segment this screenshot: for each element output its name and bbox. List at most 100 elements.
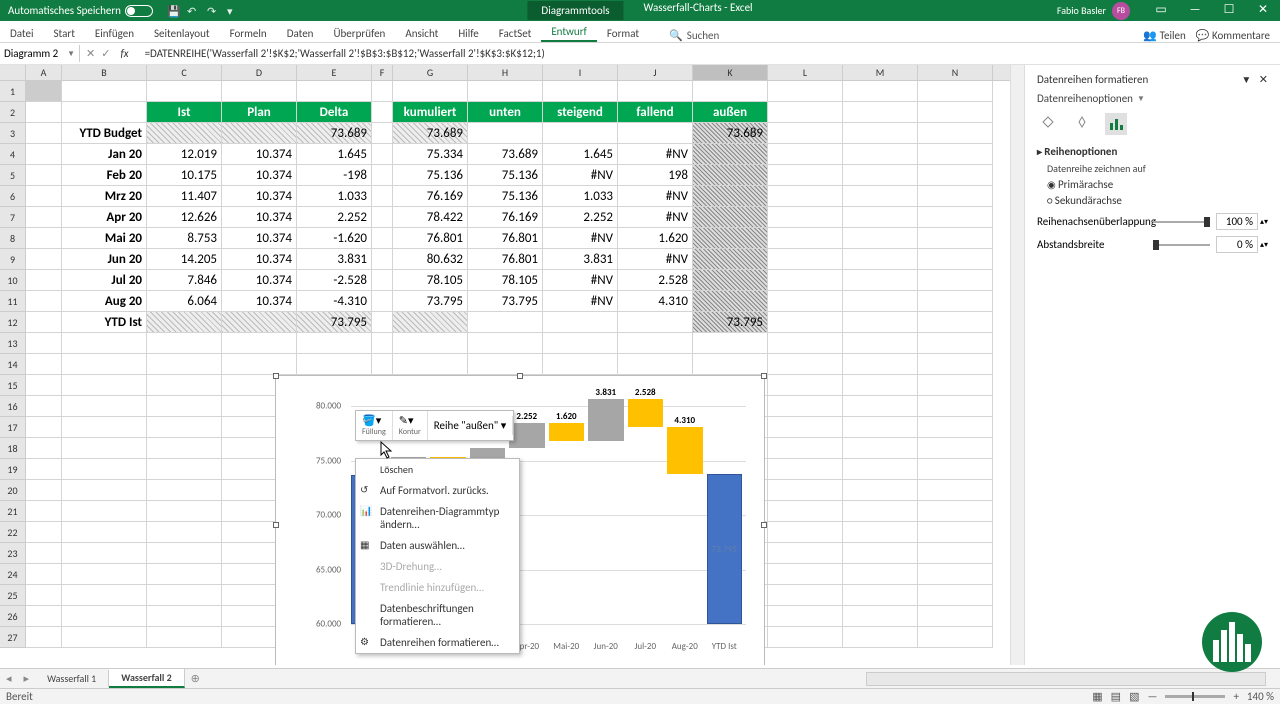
tab-ueberpruefen[interactable]: Überprüfen — [323, 25, 395, 42]
horizontal-scrollbar[interactable] — [866, 672, 1266, 686]
tab-einfuegen[interactable]: Einfügen — [85, 25, 144, 42]
cell[interactable] — [843, 606, 918, 627]
cell[interactable]: 14.205 — [147, 249, 222, 270]
cell[interactable] — [768, 249, 843, 270]
cell[interactable]: 2.252 — [297, 207, 372, 228]
series-selector[interactable]: Reihe "außen" ▾ — [428, 416, 513, 435]
cell[interactable] — [693, 165, 768, 186]
cell[interactable] — [26, 438, 62, 459]
cell[interactable] — [843, 291, 918, 312]
ctx-format-labels[interactable]: Datenbeschriftungen formatieren… — [356, 598, 519, 632]
bar-fallend[interactable] — [549, 423, 585, 441]
cell[interactable] — [147, 354, 222, 375]
view-normal-icon[interactable]: ▦ — [1092, 690, 1102, 703]
save-icon[interactable]: 💾 — [167, 5, 179, 17]
cell[interactable] — [843, 186, 918, 207]
row-header[interactable]: 11 — [0, 291, 26, 312]
cell[interactable]: 73.689 — [468, 144, 543, 165]
tab-daten[interactable]: Daten — [277, 25, 324, 42]
cell[interactable] — [843, 228, 918, 249]
cell[interactable] — [222, 354, 297, 375]
fx-icon[interactable]: fx — [120, 47, 128, 60]
close-icon[interactable]: ✕ — [1246, 0, 1280, 21]
col-header-E[interactable]: E — [297, 65, 372, 80]
cell[interactable] — [26, 312, 62, 333]
cell[interactable]: 10.374 — [222, 186, 297, 207]
tab-format[interactable]: Format — [597, 25, 649, 42]
formula-bar[interactable]: =DATENREIHE('Wasserfall 2'!$K$2;'Wasserf… — [139, 45, 1280, 62]
cell[interactable] — [918, 270, 993, 291]
cell[interactable] — [147, 606, 222, 627]
zoom-level[interactable]: 140 % — [1247, 690, 1274, 703]
cell[interactable] — [768, 417, 843, 438]
cell[interactable] — [147, 522, 222, 543]
cell[interactable] — [62, 522, 147, 543]
cell[interactable] — [918, 354, 993, 375]
cell[interactable] — [918, 543, 993, 564]
section-reihenoptionen[interactable]: ▸ Reihenoptionen — [1037, 145, 1268, 158]
cell[interactable] — [222, 123, 297, 144]
tab-factset[interactable]: FactSet — [489, 25, 542, 42]
confirm-icon[interactable]: ✓ — [101, 47, 110, 60]
cell[interactable] — [222, 333, 297, 354]
zoom-out[interactable]: — — [1147, 690, 1157, 703]
undo-icon[interactable]: ↶ — [187, 5, 199, 17]
tool-tab[interactable]: Diagrammtools — [527, 1, 623, 20]
cell[interactable] — [62, 459, 147, 480]
overlap-slider[interactable]: Reihenachsenüberlappung 100 %▴▾ — [1037, 213, 1268, 230]
cell[interactable] — [768, 81, 843, 102]
row-header[interactable]: 22 — [0, 522, 26, 543]
row-header[interactable]: 12 — [0, 312, 26, 333]
row-header[interactable]: 27 — [0, 627, 26, 648]
cell[interactable] — [693, 144, 768, 165]
cell[interactable] — [62, 543, 147, 564]
cell[interactable] — [768, 480, 843, 501]
cell[interactable]: 76.169 — [393, 186, 468, 207]
cell[interactable] — [26, 165, 62, 186]
cell[interactable] — [768, 396, 843, 417]
cell[interactable] — [768, 543, 843, 564]
cell[interactable] — [768, 564, 843, 585]
cell[interactable]: YTD Ist — [62, 312, 147, 333]
cell[interactable]: Feb 20 — [62, 165, 147, 186]
cell[interactable]: unten — [468, 102, 543, 123]
row-header[interactable]: 1 — [0, 81, 26, 102]
cell[interactable] — [618, 123, 693, 144]
cell[interactable] — [147, 81, 222, 102]
cell[interactable]: 10.374 — [222, 291, 297, 312]
cell[interactable] — [62, 375, 147, 396]
cell[interactable]: 1.620 — [618, 228, 693, 249]
cell[interactable] — [918, 123, 993, 144]
cell[interactable] — [693, 270, 768, 291]
cell[interactable] — [543, 333, 618, 354]
cell[interactable] — [372, 291, 393, 312]
cell[interactable] — [468, 354, 543, 375]
cell[interactable] — [843, 564, 918, 585]
cell[interactable]: 11.407 — [147, 186, 222, 207]
cell[interactable] — [147, 312, 222, 333]
cell[interactable]: 76.801 — [468, 249, 543, 270]
cell[interactable] — [26, 228, 62, 249]
cell[interactable] — [618, 312, 693, 333]
cell[interactable] — [918, 144, 993, 165]
col-header-L[interactable]: L — [768, 65, 843, 80]
cell[interactable] — [843, 312, 918, 333]
share-button[interactable]: 👥 Teilen — [1143, 29, 1185, 42]
cell[interactable] — [693, 333, 768, 354]
cell[interactable]: Jan 20 — [62, 144, 147, 165]
cell[interactable]: -2.528 — [297, 270, 372, 291]
zoom-in[interactable]: + — [1233, 690, 1238, 703]
cell[interactable] — [26, 81, 62, 102]
cell[interactable] — [297, 333, 372, 354]
cell[interactable] — [918, 501, 993, 522]
cell[interactable] — [843, 165, 918, 186]
cell[interactable] — [693, 186, 768, 207]
cell[interactable] — [843, 270, 918, 291]
cell[interactable]: Delta — [297, 102, 372, 123]
cell[interactable] — [918, 396, 993, 417]
cell[interactable] — [372, 165, 393, 186]
cell[interactable] — [372, 333, 393, 354]
cell[interactable]: 4.310 — [618, 291, 693, 312]
cell[interactable] — [843, 249, 918, 270]
cell[interactable]: 7.846 — [147, 270, 222, 291]
